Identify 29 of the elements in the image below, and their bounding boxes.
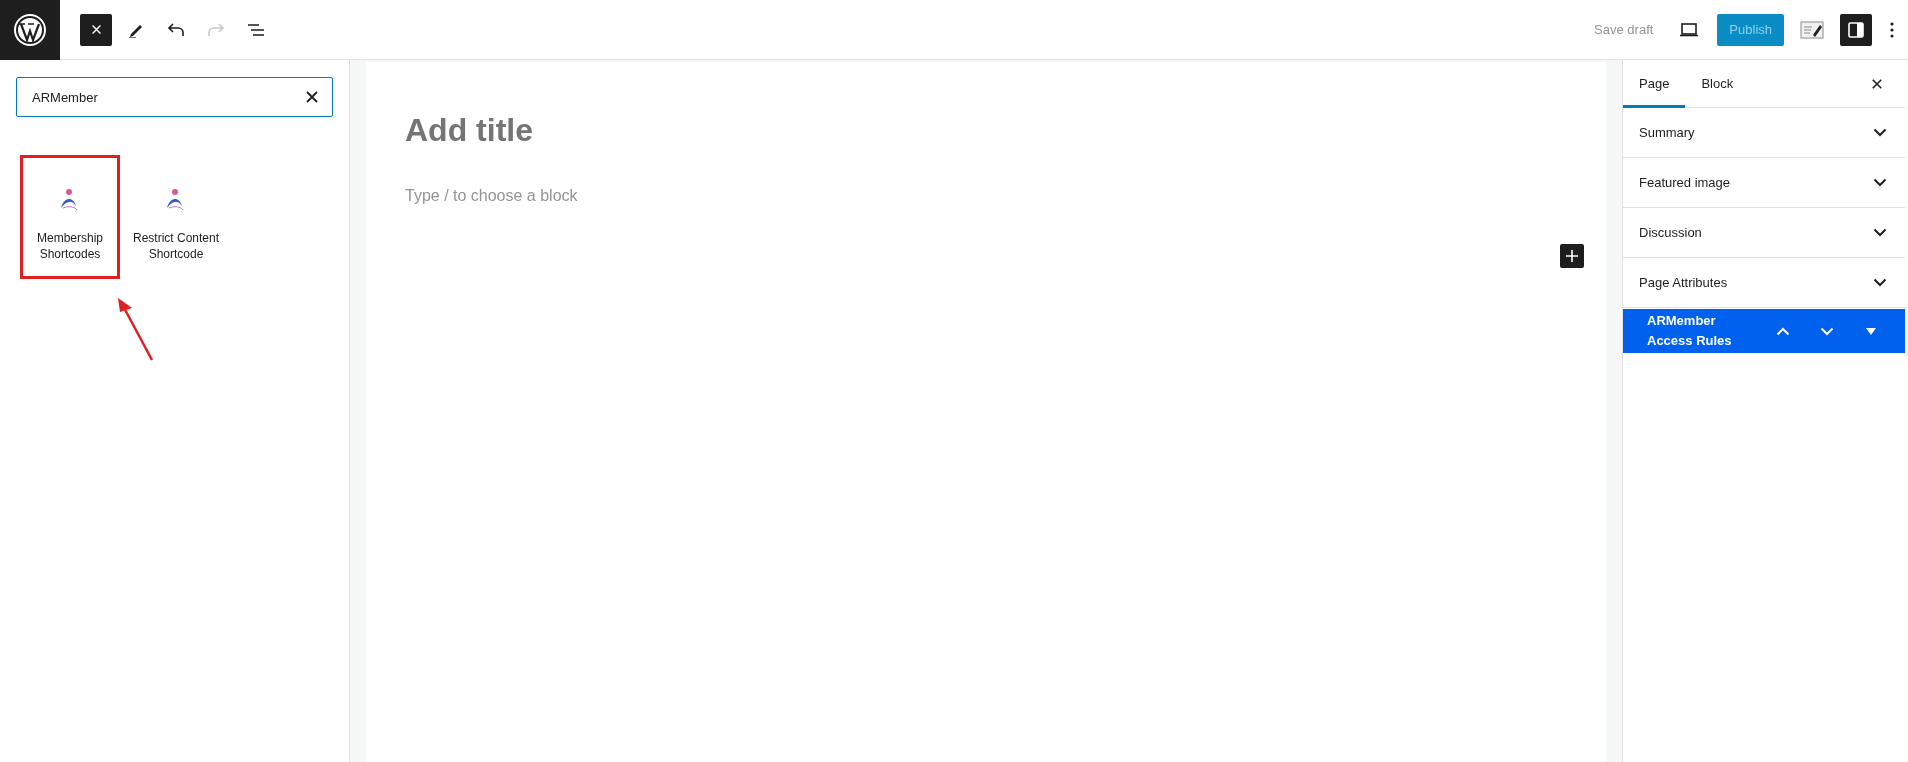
- close-icon: [90, 24, 102, 35]
- meta-box-title: ARMember Access Rules: [1647, 312, 1733, 350]
- chevron-down-icon: [1873, 228, 1887, 237]
- block-item[interactable]: Restrict Content Shortcode: [126, 155, 226, 279]
- chevron-down-icon: [1873, 178, 1887, 187]
- close-icon: [305, 90, 319, 104]
- plus-icon: [1565, 249, 1579, 263]
- settings-toggle[interactable]: [1840, 13, 1872, 46]
- sidebar-tab[interactable]: Block: [1685, 59, 1750, 108]
- wordpress-icon: [13, 12, 47, 47]
- close-icon: [1871, 77, 1883, 90]
- block-item[interactable]: Membership Shortcodes: [20, 155, 120, 279]
- clear-search-button[interactable]: [305, 90, 319, 104]
- block-label: Membership Shortcodes: [36, 230, 104, 262]
- chevron-down-icon: [1873, 278, 1887, 287]
- inserter-toggle[interactable]: [80, 13, 112, 46]
- sidebar-tab[interactable]: Page: [1623, 59, 1686, 108]
- title-placeholder[interactable]: Add title: [405, 106, 1606, 154]
- panel-header[interactable]: Summary: [1623, 108, 1905, 158]
- sidebar-icon: [1847, 20, 1865, 39]
- wordpress-logo[interactable]: [0, 0, 60, 60]
- chevron-down-icon: [1873, 128, 1887, 137]
- search-field[interactable]: ARMember: [16, 77, 333, 117]
- add-block-button[interactable]: [1560, 244, 1584, 268]
- panel-header[interactable]: Page Attributes: [1623, 258, 1905, 308]
- meta-box-header[interactable]: ARMember Access Rules: [1623, 309, 1905, 353]
- panel-header[interactable]: Discussion: [1623, 208, 1905, 258]
- block-label: Restrict Content Shortcode: [131, 230, 220, 262]
- panel-header[interactable]: Featured image: [1623, 158, 1905, 208]
